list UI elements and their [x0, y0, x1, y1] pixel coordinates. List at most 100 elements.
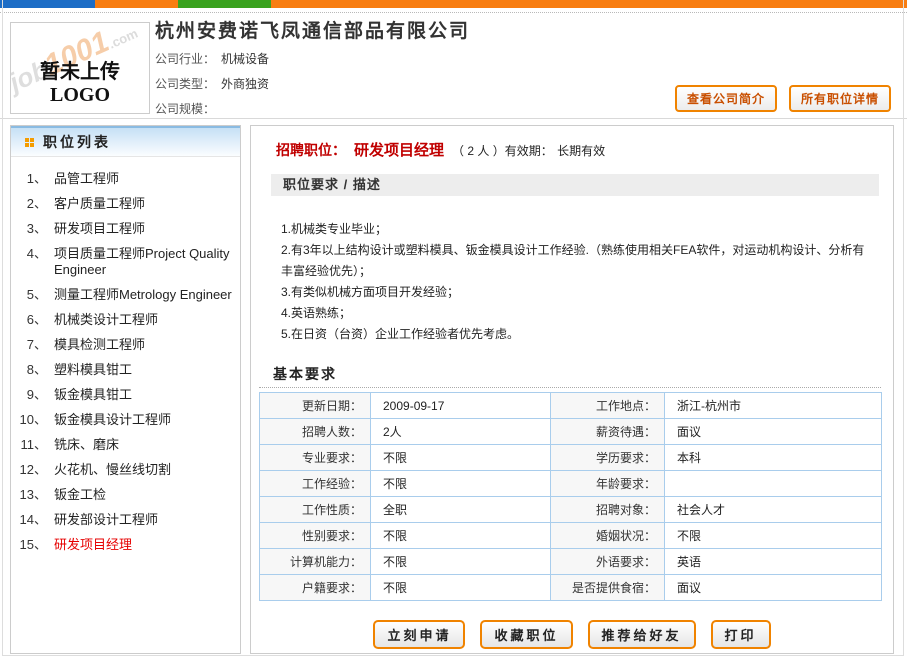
topbar-blue-segment: [0, 0, 95, 8]
topbar-orange-segment-2: [271, 0, 907, 8]
experience-req-value: 不限: [371, 471, 551, 497]
age-req-value: [665, 471, 882, 497]
company-name: 杭州安费诺飞凤通信部品有限公司: [155, 16, 470, 43]
residence-req-value: 不限: [371, 575, 551, 601]
basic-requirements-dotted-rule: [259, 387, 881, 388]
validity-value: 长期有效: [557, 144, 605, 158]
target-group-label: 招聘对象：: [551, 497, 665, 523]
job-list: 1、品管工程师 2、客户质量工程师 3、研发项目工程师 4、项目质量工程师Pro…: [11, 166, 240, 557]
basic-requirements-header: 基本要求: [273, 364, 337, 384]
sidebar-item-6[interactable]: 6、机械类设计工程师: [11, 307, 240, 332]
marital-status-label: 婚姻状况：: [551, 523, 665, 549]
job-detail-panel: 招聘职位： 研发项目经理 （ 2 人 ）有效期： 长期有效 职位要求 / 描述 1.…: [250, 125, 894, 654]
no-logo-text: 暂未上传LOGO: [11, 55, 149, 107]
sidebar-item-7[interactable]: 7、模具检测工程师: [11, 332, 240, 357]
requirement-line-4: 4.英语熟练；: [281, 303, 869, 324]
topbar-orange-segment: [95, 0, 178, 8]
board-lodging-value: 面议: [665, 575, 882, 601]
sidebar-item-3[interactable]: 3、研发项目工程师: [11, 216, 240, 241]
requirement-line-2: 2.有3年以上结构设计或塑料模具、钣金模具设计工作经验.（熟练使用相关FEA软件…: [281, 240, 869, 282]
requirement-line-5: 5.在日资（台资）企业工作经验者优先考虑。: [281, 324, 869, 345]
job-position-title: 研发项目经理: [354, 142, 444, 159]
headcount-value: 2人: [371, 419, 551, 445]
sidebar-item-8[interactable]: 8、塑料模具钳工: [11, 357, 240, 382]
gender-req-value: 不限: [371, 523, 551, 549]
marital-status-value: 不限: [665, 523, 882, 549]
company-type-label: 公司类型：: [155, 77, 215, 91]
job-nature-value: 全职: [371, 497, 551, 523]
job-list-sidebar: 职位列表 1、品管工程师 2、客户质量工程师 3、研发项目工程师 4、项目质量工…: [10, 125, 241, 654]
table-row: 性别要求： 不限 婚姻状况： 不限: [260, 523, 882, 549]
top-color-bar: [0, 0, 907, 8]
sidebar-item-15-active[interactable]: 15、研发项目经理: [11, 532, 240, 557]
all-jobs-detail-button[interactable]: 所有职位详情: [789, 85, 891, 112]
requirements-section-header: 职位要求 / 描述: [271, 174, 879, 196]
major-req-value: 不限: [371, 445, 551, 471]
work-location-value: 浙江-杭州市: [665, 393, 882, 419]
foreign-language-value: 英语: [665, 549, 882, 575]
job-list-header: 职位列表: [11, 126, 240, 157]
job-title-line: 招聘职位： 研发项目经理 （ 2 人 ）有效期： 长期有效: [276, 139, 605, 160]
job-headcount: （ 2 人 ）: [452, 144, 505, 158]
grid-squares-icon: [25, 138, 34, 147]
action-buttons-row: 立刻申请 收藏职位 推荐给好友 打印: [251, 620, 893, 649]
job-list-title: 职位列表: [43, 132, 111, 152]
computer-skill-value: 不限: [371, 549, 551, 575]
dotted-separator: [0, 12, 907, 13]
table-row: 工作经验： 不限 年龄要求：: [260, 471, 882, 497]
sidebar-item-2[interactable]: 2、客户质量工程师: [11, 191, 240, 216]
basic-requirements-table: 更新日期： 2009-09-17 工作地点： 浙江-杭州市 招聘人数： 2人 薪…: [259, 392, 882, 601]
company-industry-value: 机械设备: [221, 52, 269, 66]
job-position-label: 招聘职位：: [276, 142, 346, 158]
table-row: 工作性质： 全职 招聘对象： 社会人才: [260, 497, 882, 523]
company-size-label: 公司规模：: [155, 102, 215, 116]
target-group-value: 社会人才: [665, 497, 882, 523]
sidebar-item-4[interactable]: 4、项目质量工程师Project Quality Engineer: [11, 241, 240, 282]
requirements-text: 1.机械类专业毕业； 2.有3年以上结构设计或塑料模具、钣金模具设计工作经验.（…: [281, 219, 869, 345]
job-nature-label: 工作性质：: [260, 497, 371, 523]
education-req-label: 学历要求：: [551, 445, 665, 471]
view-company-intro-button[interactable]: 查看公司简介: [675, 85, 777, 112]
sidebar-item-11[interactable]: 11、铣床、磨床: [11, 432, 240, 457]
sidebar-item-14[interactable]: 14、研发部设计工程师: [11, 507, 240, 532]
apply-now-button[interactable]: 立刻申请: [373, 620, 465, 649]
sidebar-item-10[interactable]: 10、钣金模具设计工程师: [11, 407, 240, 432]
age-req-label: 年龄要求：: [551, 471, 665, 497]
headcount-label: 招聘人数：: [260, 419, 371, 445]
company-type-value: 外商独资: [221, 77, 269, 91]
education-req-value: 本科: [665, 445, 882, 471]
table-row: 计算机能力： 不限 外语要求： 英语: [260, 549, 882, 575]
table-row: 招聘人数： 2人 薪资待遇： 面议: [260, 419, 882, 445]
sidebar-item-13[interactable]: 13、钣金工检: [11, 482, 240, 507]
company-industry-row: 公司行业：机械设备: [155, 50, 269, 67]
sidebar-item-1[interactable]: 1、品管工程师: [11, 166, 240, 191]
table-row: 专业要求： 不限 学历要求： 本科: [260, 445, 882, 471]
company-size-row: 公司规模：: [155, 100, 221, 117]
topbar-green-segment: [178, 0, 271, 8]
recommend-to-friend-button[interactable]: 推荐给好友: [588, 620, 696, 649]
print-button[interactable]: 打印: [711, 620, 771, 649]
sidebar-item-5[interactable]: 5、测量工程师Metrology Engineer: [11, 282, 240, 307]
header-buttons: 查看公司简介 所有职位详情: [675, 85, 891, 112]
validity-label: 有效期：: [505, 144, 553, 158]
table-row: 户籍要求： 不限 是否提供食宿： 面议: [260, 575, 882, 601]
update-date-label: 更新日期：: [260, 393, 371, 419]
sidebar-item-9[interactable]: 9、钣金模具钳工: [11, 382, 240, 407]
company-header: job1001.com 暂未上传LOGO 杭州安费诺飞凤通信部品有限公司 公司行…: [0, 14, 907, 119]
watermark-com: .com: [106, 26, 140, 52]
salary-value: 面议: [665, 419, 882, 445]
table-row: 更新日期： 2009-09-17 工作地点： 浙江-杭州市: [260, 393, 882, 419]
computer-skill-label: 计算机能力：: [260, 549, 371, 575]
requirement-line-3: 3.有类似机械方面项目开发经验；: [281, 282, 869, 303]
salary-label: 薪资待遇：: [551, 419, 665, 445]
experience-req-label: 工作经验：: [260, 471, 371, 497]
company-logo-placeholder: job1001.com 暂未上传LOGO: [10, 22, 150, 114]
board-lodging-label: 是否提供食宿：: [551, 575, 665, 601]
foreign-language-label: 外语要求：: [551, 549, 665, 575]
sidebar-item-12[interactable]: 12、火花机、慢丝线切割: [11, 457, 240, 482]
save-job-button[interactable]: 收藏职位: [480, 620, 572, 649]
residence-req-label: 户籍要求：: [260, 575, 371, 601]
work-location-label: 工作地点：: [551, 393, 665, 419]
major-req-label: 专业要求：: [260, 445, 371, 471]
company-type-row: 公司类型： 外商独资: [155, 75, 269, 92]
